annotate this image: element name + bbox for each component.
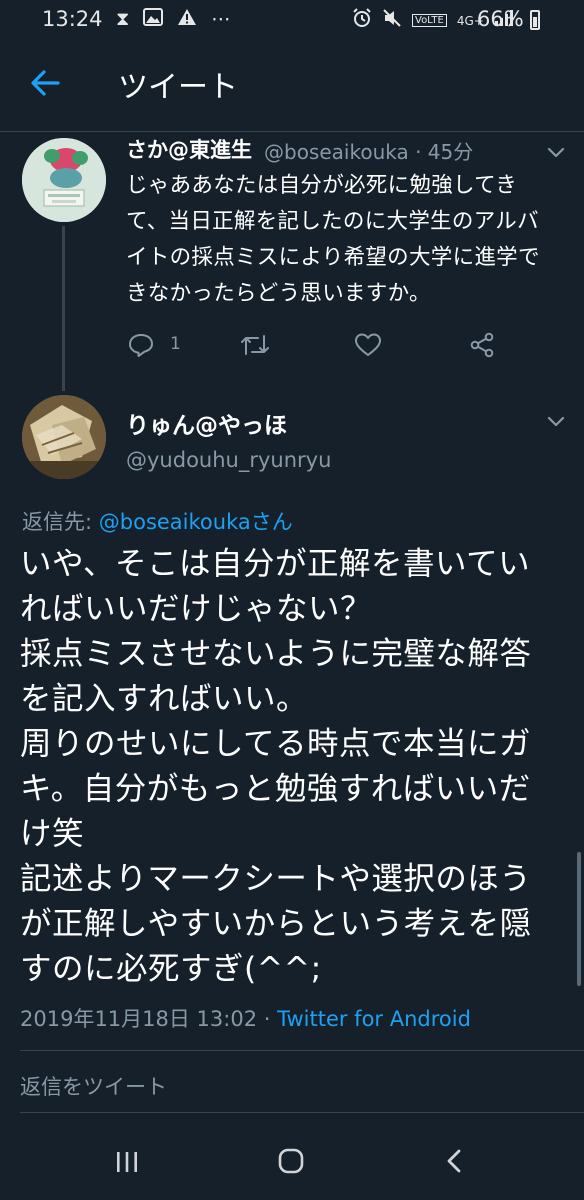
retweet-icon[interactable] — [240, 332, 270, 358]
author-handle-time: @boseaikouka · 45分 — [264, 140, 474, 164]
meta-separator: · — [257, 1007, 278, 1031]
mute-icon — [382, 8, 402, 33]
thread-connector — [62, 226, 65, 391]
hourglass-icon: ⧗ — [116, 8, 130, 30]
tweet-text: いや、そこは自分が正解を書いてい ればいいだけじゃない？ 採点ミスさせないように… — [20, 542, 580, 992]
tweet-line: キ。自分がもっと勉強すればいいだ — [20, 771, 531, 807]
avatar[interactable] — [22, 395, 106, 479]
tweet-source-link[interactable]: Twitter for Android — [277, 1007, 471, 1031]
status-bar: 13:24 ⧗ ⋯ VoLTE 4G+ 66% — [0, 0, 584, 40]
divider — [20, 1112, 584, 1113]
replying-to: 返信先: @boseaikoukaさん — [22, 506, 293, 536]
tweet-line: が正解しやすいからという考えを隠 — [20, 906, 532, 942]
tweet-line: いや、そこは自分が正解を書いてい — [20, 546, 531, 582]
tweet-line: すのに必死すぎ(^^; — [20, 951, 322, 987]
header-divider — [0, 131, 584, 132]
avatar[interactable] — [22, 138, 106, 222]
author-name[interactable]: りゅん@やっほ — [126, 406, 287, 440]
page-title: ツイート — [118, 70, 238, 105]
system-nav-bar — [0, 1126, 584, 1200]
more-icon: ⋯ — [211, 8, 231, 30]
alert-icon — [177, 8, 197, 31]
scrollbar[interactable] — [577, 852, 581, 986]
reply-prefix: 返信先: — [22, 510, 99, 534]
image-icon — [143, 8, 164, 31]
alarm-icon — [352, 8, 372, 33]
back-arrow-icon[interactable] — [28, 66, 62, 100]
tweet-line: け笑 — [20, 816, 85, 852]
tweet-line: ればいいだけじゃない？ — [20, 591, 373, 627]
author-name[interactable]: さか@東進生 — [126, 134, 252, 164]
tweet-datetime: 2019年11月18日 13:02 — [20, 1007, 258, 1031]
chevron-down-icon[interactable] — [546, 142, 566, 162]
recent-apps-icon[interactable] — [114, 1150, 140, 1174]
tweet-text: じゃああなたは自分が必死に勉強してきて、当日正解を記したのに大学生のアルバイトの… — [126, 173, 540, 306]
tweet-meta: 2019年11月18日 13:02 · Twitter for Android — [20, 1003, 471, 1033]
reply-count: 1 — [170, 334, 181, 354]
status-left-icons: ⧗ ⋯ — [116, 8, 230, 31]
divider — [20, 1050, 584, 1051]
author-handle: @yudouhu_ryunryu — [126, 448, 332, 472]
tweet-line: 記述よりマークシートや選択のほう — [20, 861, 532, 897]
chevron-down-icon[interactable] — [546, 411, 566, 431]
reply-icon[interactable] — [128, 332, 154, 358]
battery-percent: 66% — [477, 7, 524, 31]
status-time: 13:24 — [42, 7, 103, 31]
share-icon[interactable] — [468, 331, 496, 359]
back-nav-icon[interactable] — [444, 1148, 464, 1174]
reply-input[interactable]: 返信をツイート — [20, 1071, 167, 1101]
reply-to-link[interactable]: @boseaikoukaさん — [99, 510, 293, 534]
like-icon[interactable] — [354, 332, 382, 358]
tweet-line: 採点ミスさせないように完璧な解答 — [20, 636, 532, 672]
tweet-line: 周りのせいにしてる時点で本当にガ — [20, 726, 532, 762]
volte-badge: VoLTE — [412, 14, 447, 27]
top-app-bar: ツイート — [0, 40, 584, 132]
battery-icon — [530, 10, 540, 30]
tweet-line: を記入すればいい。 — [20, 681, 309, 717]
home-icon[interactable] — [276, 1146, 306, 1176]
